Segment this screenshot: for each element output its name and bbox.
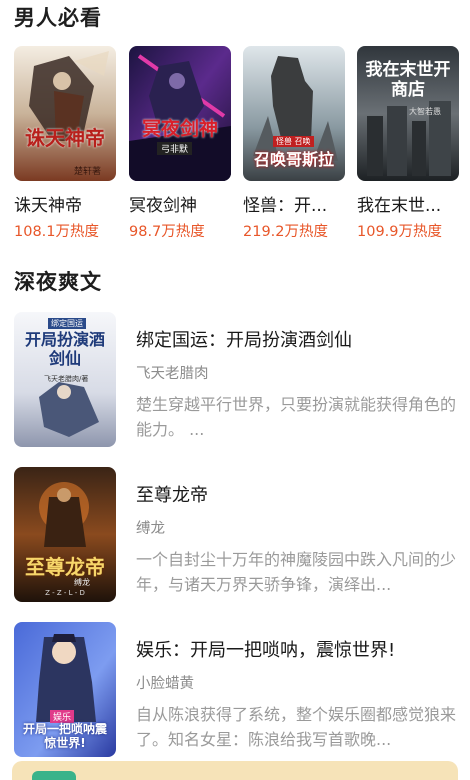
list-item-desc: 一个自封尘十万年的神魔陵园中跌入凡间的少年，与诸天万界天骄争锋，演绎出... [136, 550, 457, 594]
list-item-author: 小脸蜡黄 [136, 676, 194, 692]
cover-top: 绑定国运 [48, 318, 86, 329]
cover-title: 诛天神帝 [25, 126, 105, 150]
cover-author: 飞天老腊肉/著 [44, 375, 89, 383]
book-card[interactable]: 冥夜剑神 弓非默 冥夜剑神 98.7万热度 [129, 46, 233, 241]
list-item-author: 飞天老腊肉 [136, 366, 209, 382]
list-item[interactable]: 至尊龙帝 缚龙 Z - Z - L - D 至尊龙帝 缚龙 一个自封尘十万年的神… [14, 467, 464, 607]
section-title-men: 男人必看 [14, 6, 102, 30]
book-cover[interactable]: 诛天神帝 楚轩著 [14, 46, 116, 181]
cover-author: 弓非默 [157, 142, 193, 155]
list-item-author: 缚龙 [136, 521, 165, 537]
cover-title: 冥夜剑神 [141, 118, 218, 140]
book-cover[interactable]: 绑定国运 开局扮演酒剑仙 飞天老腊肉/著 [14, 312, 116, 447]
list-item[interactable]: 绑定国运 开局扮演酒剑仙 飞天老腊肉/著 绑定国运：开局扮演酒剑仙 飞天老腊肉 … [14, 312, 464, 452]
cover-title: 开局扮演酒剑仙 [24, 330, 105, 368]
cover-title: 我在末世开商店 [365, 60, 451, 100]
book-heat: 108.1万热度 [14, 224, 100, 240]
book-cover[interactable]: 娱乐 开局一把唢呐震惊世界! [14, 622, 116, 757]
book-heat: 98.7万热度 [129, 224, 205, 240]
cover-author: 缚龙 [74, 578, 90, 587]
list-item-title: 至尊龙帝 [136, 485, 208, 506]
book-title: 冥夜剑神 [129, 196, 197, 216]
section-title-night: 深夜爽文 [14, 270, 102, 294]
book-cover[interactable]: 怪兽 召唤 召唤哥斯拉 [243, 46, 345, 181]
book-heat: 109.9万热度 [357, 224, 443, 240]
book-title: 我在末世... [357, 196, 442, 216]
book-cover[interactable]: 至尊龙帝 缚龙 Z - Z - L - D [14, 467, 116, 602]
cover-title: 至尊龙帝 [25, 555, 105, 579]
list-item-desc: 楚生穿越平行世界，只要扮演就能获得角色的能力。 ... [136, 395, 457, 439]
cover-title: 开局一把唢呐震惊世界! [22, 722, 107, 750]
book-cover[interactable]: 冥夜剑神 弓非默 [129, 46, 231, 181]
cover-title: 召唤哥斯拉 [253, 150, 334, 169]
banner-badge [32, 771, 76, 780]
list-item-title: 绑定国运：开局扮演酒剑仙 [136, 330, 352, 351]
list-item-title: 娱乐：开局一把唢呐，震惊世界! [136, 640, 396, 661]
list-item[interactable]: 娱乐 开局一把唢呐震惊世界! 娱乐：开局一把唢呐，震惊世界! 小脸蜡黄 自从陈浪… [14, 622, 464, 762]
cover-bottom: Z - Z - L - D [45, 589, 85, 597]
book-heat: 219.2万热度 [243, 224, 329, 240]
book-title: 怪兽：开... [243, 196, 328, 216]
book-card[interactable]: 我在末世开商店 大智若愚 我在末世... 109.9万热度 [357, 46, 461, 241]
cover-author: 楚轩著 [74, 167, 102, 177]
book-card[interactable]: 怪兽 召唤 召唤哥斯拉 怪兽：开... 219.2万热度 [243, 46, 347, 241]
cover-author: 大智若愚 [409, 107, 441, 116]
bottom-banner[interactable] [12, 761, 458, 780]
book-title: 诛天神帝 [14, 196, 82, 216]
book-grid: 诛天神帝 楚轩著 诛天神帝 108.1万热度 冥夜剑神 弓非默 冥夜剑神 98.… [14, 46, 464, 246]
list-item-desc: 自从陈浪获得了系统，整个娱乐圈都感觉狼来了。知名女星：陈浪给我写首歌晚... [136, 705, 457, 749]
book-cover[interactable]: 我在末世开商店 大智若愚 [357, 46, 459, 181]
book-card[interactable]: 诛天神帝 楚轩著 诛天神帝 108.1万热度 [14, 46, 118, 241]
